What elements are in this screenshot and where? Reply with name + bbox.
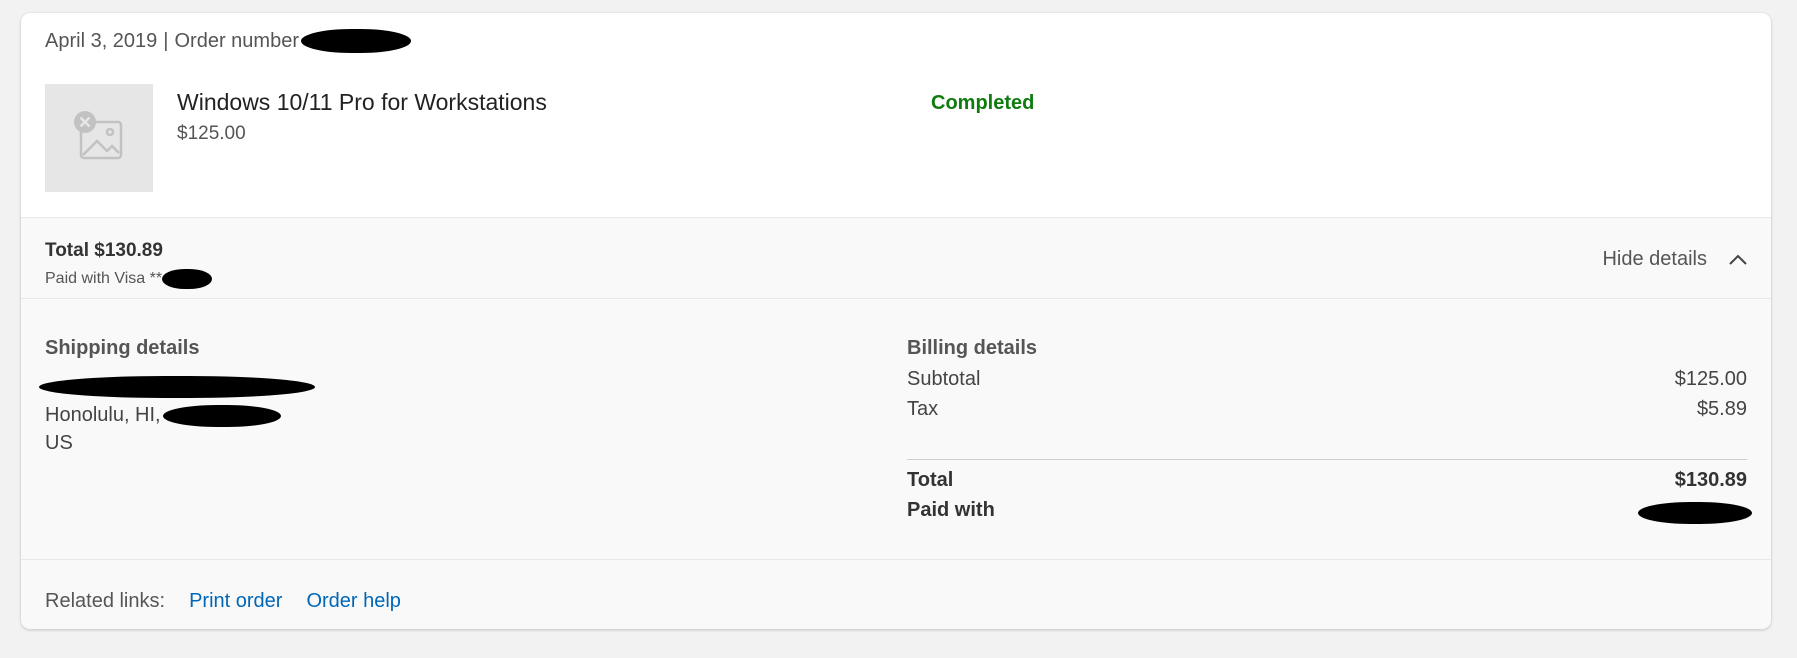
hide-details-label: Hide details [1602, 248, 1707, 270]
subtotal-value: $125.00 [1674, 368, 1747, 390]
tax-value: $5.89 [1696, 398, 1747, 420]
hide-details-button[interactable]: Hide details [1602, 248, 1747, 271]
paid-with-text: Paid with Visa ** [45, 270, 163, 287]
street-redaction [39, 376, 315, 398]
total-value: $130.89 [1674, 469, 1747, 491]
total-label: Total [907, 469, 954, 491]
order-card: April 3, 2019 | Order number Windows 10/… [21, 13, 1771, 629]
paid-with-label: Paid with [907, 499, 995, 521]
order-status: Completed [931, 92, 1035, 114]
product-thumbnail [45, 84, 153, 192]
summary-total: Total $130.89 [45, 240, 163, 261]
order-date: April 3, 2019 [45, 29, 158, 52]
billing-details-title: Billing details [907, 337, 1038, 359]
order-header: April 3, 2019 | Order number [45, 29, 411, 53]
payment-method-redaction [1638, 502, 1752, 524]
product-name[interactable]: Windows 10/11 Pro for Workstations [177, 89, 547, 116]
order-number-label: Order number [174, 29, 300, 52]
summary-paid-with: Paid with Visa ** [45, 269, 213, 289]
divider [21, 559, 1771, 560]
order-summary: Total $130.89 Paid with Visa ** Hide det… [21, 218, 1771, 629]
product-row: Windows 10/11 Pro for Workstations $125.… [45, 84, 1747, 192]
chevron-up-icon [1729, 254, 1747, 265]
subtotal-label: Subtotal [907, 368, 981, 390]
shipping-city-state: Honolulu, HI, [45, 404, 161, 426]
total-row: Total $130.89 [907, 469, 1747, 497]
image-placeholder-icon [74, 111, 123, 160]
tax-row: Tax $5.89 [907, 398, 1747, 426]
related-links: Related links: Print order Order help [45, 590, 425, 613]
shipping-country: US [45, 432, 73, 454]
shipping-street-line [39, 376, 315, 398]
billing-divider [907, 459, 1747, 460]
shipping-details-title: Shipping details [45, 337, 200, 359]
zip-redaction [162, 404, 281, 427]
tax-label: Tax [907, 398, 939, 420]
print-order-link[interactable]: Print order [189, 590, 282, 613]
subtotal-row: Subtotal $125.00 [907, 368, 1747, 396]
order-help-link[interactable]: Order help [306, 590, 401, 613]
related-links-label: Related links: [45, 590, 166, 612]
order-number-redaction [301, 29, 411, 53]
paid-with-row: Paid with [907, 499, 1752, 527]
card-number-redaction [162, 269, 213, 289]
divider [21, 298, 1771, 299]
shipping-city-line: Honolulu, HI, [45, 404, 281, 427]
order-header-separator: | [163, 29, 169, 52]
product-price: $125.00 [177, 123, 246, 144]
